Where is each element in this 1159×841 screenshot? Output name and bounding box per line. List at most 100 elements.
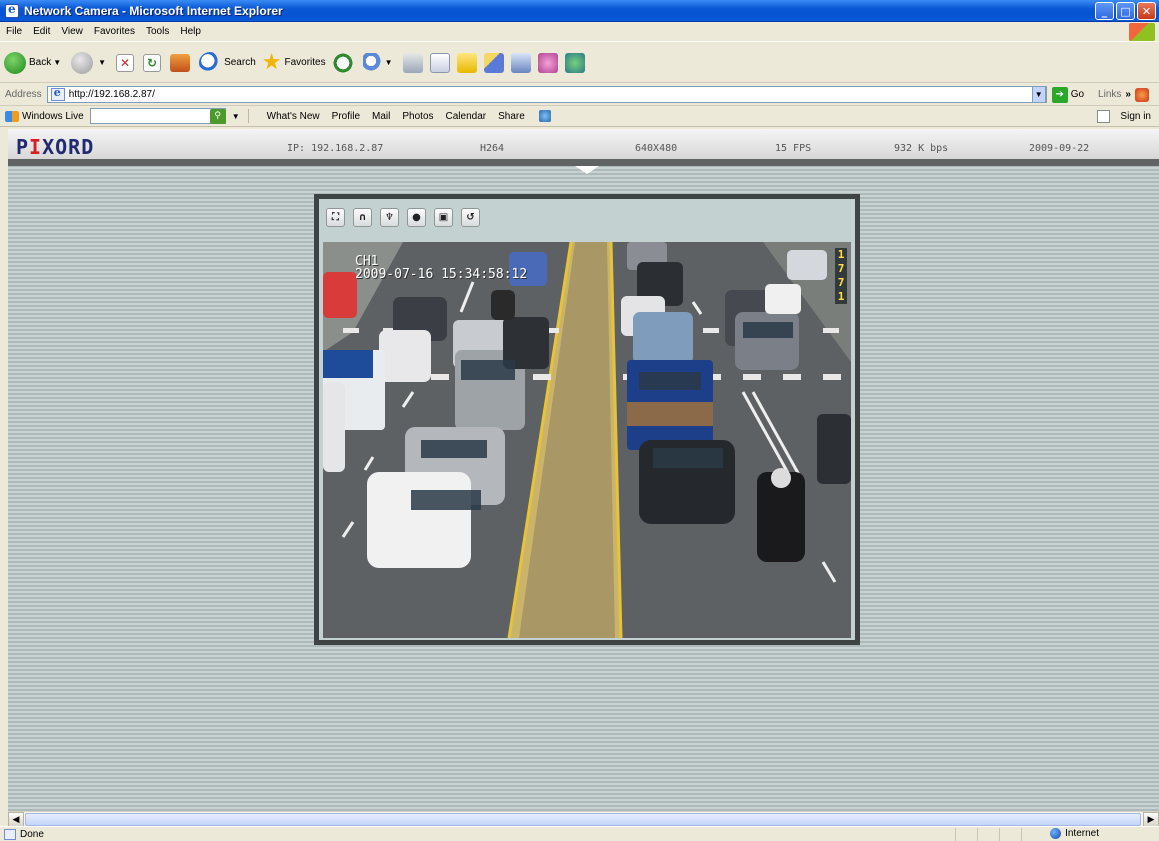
status-cell bbox=[1021, 828, 1043, 841]
traffic-scene-image bbox=[323, 242, 851, 638]
edit-page-icon[interactable] bbox=[429, 52, 450, 73]
back-button[interactable]: Back ▼ bbox=[4, 51, 65, 74]
menu-file[interactable]: File bbox=[6, 26, 22, 37]
ip-address: IP: 192.168.2.87 bbox=[287, 143, 384, 154]
menu-favorites[interactable]: Favorites bbox=[94, 26, 135, 37]
live-video[interactable]: CH1 2009-07-16 15:34:58:12 1 7 7 1 bbox=[323, 242, 851, 638]
addon-icon[interactable] bbox=[1134, 87, 1149, 102]
live-messenger-icon[interactable] bbox=[538, 110, 551, 122]
menu-edit[interactable]: Edit bbox=[33, 26, 50, 37]
windows-live-toolbar: Windows Live ⚲ ▼ What's New Profile Mail… bbox=[0, 106, 1159, 127]
live-share[interactable]: Share bbox=[498, 111, 525, 122]
scroll-right-icon[interactable]: ▶ bbox=[1143, 812, 1159, 827]
search-icon bbox=[199, 51, 222, 74]
status-text: Done bbox=[20, 828, 44, 840]
live-search-dropdown-icon[interactable]: ▼ bbox=[232, 112, 240, 121]
windows-live-label: Windows Live bbox=[22, 110, 84, 122]
player-controls: ⛶ ∩ ♆ ● ▣ ↺ bbox=[326, 208, 480, 227]
back-arrow-icon bbox=[4, 51, 26, 74]
address-bar: Address http://192.168.2.87/ ▼ ➔ Go Link… bbox=[0, 84, 1159, 106]
minimize-button[interactable]: _ bbox=[1095, 2, 1114, 20]
window-title: Network Camera - Microsoft Internet Expl… bbox=[24, 3, 283, 18]
live-search-button-icon[interactable]: ⚲ bbox=[209, 108, 226, 124]
address-dropdown-icon[interactable]: ▼ bbox=[1031, 86, 1046, 103]
scroll-thumb[interactable] bbox=[25, 813, 1141, 826]
links-toolbar[interactable]: Links » bbox=[1098, 87, 1149, 102]
page-icon bbox=[50, 86, 65, 101]
people-icon[interactable] bbox=[564, 52, 585, 73]
address-url: http://192.168.2.87/ bbox=[68, 89, 155, 100]
go-button[interactable]: ➔ Go bbox=[1051, 86, 1085, 103]
live-whats-new[interactable]: What's New bbox=[267, 111, 320, 122]
live-calendar[interactable]: Calendar bbox=[446, 111, 487, 122]
print-icon[interactable] bbox=[402, 52, 423, 73]
osd-side-label: 1 7 7 1 bbox=[835, 248, 847, 304]
pixord-logo: PIXORD bbox=[16, 135, 95, 159]
menu-tools[interactable]: Tools bbox=[146, 26, 169, 37]
live-search-input[interactable] bbox=[89, 108, 226, 124]
resolution-info: 640X480 bbox=[635, 143, 678, 154]
menu-toggle-arrow[interactable] bbox=[575, 166, 599, 174]
status-cell bbox=[999, 828, 1021, 841]
snapshot-icon[interactable]: ▣ bbox=[434, 208, 453, 227]
forward-button[interactable]: ▼ bbox=[71, 51, 110, 74]
refresh-icon[interactable]: ↻ bbox=[143, 53, 162, 72]
camera-header: PIXORD IP: 192.168.2.87 H264 640X480 15 … bbox=[8, 129, 1159, 166]
sign-in-checkbox-icon[interactable] bbox=[1097, 110, 1111, 123]
messenger-icon[interactable] bbox=[510, 52, 531, 73]
osd-overlay: CH1 2009-07-16 15:34:58:12 bbox=[355, 255, 527, 281]
rotate-icon[interactable]: ↺ bbox=[461, 208, 480, 227]
go-label: Go bbox=[1070, 89, 1085, 100]
go-arrow-icon: ➔ bbox=[1051, 86, 1068, 103]
mail-icon[interactable] bbox=[362, 52, 383, 73]
record-icon[interactable]: ● bbox=[407, 208, 426, 227]
scroll-left-icon[interactable]: ◀ bbox=[8, 812, 24, 827]
horizontal-scrollbar[interactable]: ◀ ▶ bbox=[8, 811, 1159, 827]
research-icon[interactable] bbox=[483, 52, 504, 73]
folder-icon[interactable] bbox=[456, 52, 477, 73]
maximize-button[interactable]: □ bbox=[1116, 2, 1135, 20]
forward-dropdown-icon[interactable]: ▼ bbox=[98, 58, 106, 67]
status-cell bbox=[955, 828, 977, 841]
history-icon[interactable] bbox=[331, 51, 354, 74]
address-label: Address bbox=[5, 89, 42, 100]
fullscreen-icon[interactable]: ⛶ bbox=[326, 208, 345, 227]
headphones-icon[interactable]: ∩ bbox=[353, 208, 372, 227]
address-input[interactable]: http://192.168.2.87/ bbox=[46, 86, 1047, 103]
status-cell bbox=[977, 828, 999, 841]
microphone-icon[interactable]: ♆ bbox=[380, 208, 399, 227]
live-mail[interactable]: Mail bbox=[372, 111, 390, 122]
status-bar: Done Internet bbox=[0, 826, 1159, 841]
discuss-icon[interactable] bbox=[537, 52, 558, 73]
window-controls: _ □ ✕ bbox=[1095, 2, 1156, 20]
sign-in-area[interactable]: Sign in bbox=[1097, 110, 1151, 123]
standard-toolbar: Back ▼ ▼ ✕ ↻ Search ★ Favorites ▼ bbox=[0, 43, 1159, 83]
menu-view[interactable]: View bbox=[61, 26, 83, 37]
back-dropdown-icon[interactable]: ▼ bbox=[53, 58, 61, 67]
favorites-button[interactable]: ★ Favorites bbox=[262, 50, 326, 75]
date-info: 2009-09-22 bbox=[1029, 143, 1090, 154]
search-label: Search bbox=[224, 57, 256, 68]
links-label: Links bbox=[1098, 89, 1122, 100]
home-icon[interactable] bbox=[170, 53, 191, 72]
live-profile[interactable]: Profile bbox=[332, 111, 360, 122]
stop-icon[interactable]: ✕ bbox=[116, 53, 135, 72]
menu-help[interactable]: Help bbox=[180, 26, 201, 37]
live-photos[interactable]: Photos bbox=[402, 111, 433, 122]
video-player: ⛶ ∩ ♆ ● ▣ ↺ CH1 2009-07-16 15:34:58:12 1… bbox=[314, 194, 860, 645]
title-bar: Network Camera - Microsoft Internet Expl… bbox=[0, 0, 1159, 22]
ie-icon bbox=[5, 2, 19, 18]
search-button[interactable]: Search bbox=[199, 51, 256, 74]
windows-logo-icon bbox=[1129, 23, 1155, 41]
page-status-icon bbox=[4, 828, 16, 840]
sign-in-label[interactable]: Sign in bbox=[1120, 111, 1151, 122]
toolbar-separator bbox=[247, 109, 249, 123]
bitrate-info: 932 K bps bbox=[894, 143, 949, 154]
forward-arrow-icon bbox=[71, 51, 94, 74]
internet-globe-icon bbox=[1050, 828, 1062, 839]
close-button[interactable]: ✕ bbox=[1137, 2, 1156, 20]
windows-live-logo-icon bbox=[5, 110, 19, 122]
favorites-star-icon: ★ bbox=[261, 50, 282, 75]
fps-info: 15 FPS bbox=[775, 143, 812, 154]
mail-dropdown-icon[interactable]: ▼ bbox=[385, 58, 393, 67]
